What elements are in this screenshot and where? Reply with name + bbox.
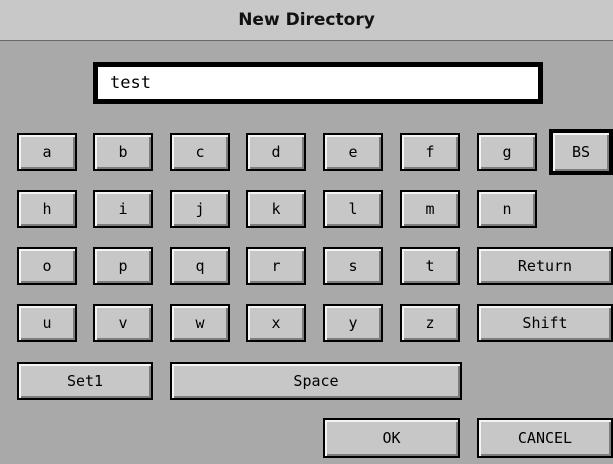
key-n[interactable]: n	[477, 190, 537, 228]
shift-key[interactable]: Shift	[477, 304, 613, 342]
key-b[interactable]: b	[93, 133, 153, 171]
key-h[interactable]: h	[17, 190, 77, 228]
key-s[interactable]: s	[323, 247, 383, 285]
key-q[interactable]: q	[170, 247, 230, 285]
key-j[interactable]: j	[170, 190, 230, 228]
key-l[interactable]: l	[323, 190, 383, 228]
key-u[interactable]: u	[17, 304, 77, 342]
key-g[interactable]: g	[477, 133, 537, 171]
key-m[interactable]: m	[400, 190, 460, 228]
key-p[interactable]: p	[93, 247, 153, 285]
key-e[interactable]: e	[323, 133, 383, 171]
ok-button[interactable]: OK	[323, 418, 460, 458]
key-f[interactable]: f	[400, 133, 460, 171]
cancel-button[interactable]: CANCEL	[477, 418, 613, 458]
key-x[interactable]: x	[246, 304, 306, 342]
new-directory-dialog: New Directory test a b c d e f g BS h i …	[0, 0, 613, 464]
key-o[interactable]: o	[17, 247, 77, 285]
directory-name-input[interactable]: test	[93, 62, 543, 104]
space-key[interactable]: Space	[170, 362, 462, 400]
key-i[interactable]: i	[93, 190, 153, 228]
key-d[interactable]: d	[246, 133, 306, 171]
backspace-key[interactable]: BS	[549, 129, 613, 175]
title-bar: New Directory	[0, 0, 613, 41]
key-t[interactable]: t	[400, 247, 460, 285]
key-w[interactable]: w	[170, 304, 230, 342]
set1-key[interactable]: Set1	[17, 362, 153, 400]
key-r[interactable]: r	[246, 247, 306, 285]
key-k[interactable]: k	[246, 190, 306, 228]
key-v[interactable]: v	[93, 304, 153, 342]
key-z[interactable]: z	[400, 304, 460, 342]
dialog-title: New Directory	[238, 10, 375, 30]
key-c[interactable]: c	[170, 133, 230, 171]
return-key[interactable]: Return	[477, 247, 613, 285]
key-a[interactable]: a	[17, 133, 77, 171]
key-y[interactable]: y	[323, 304, 383, 342]
